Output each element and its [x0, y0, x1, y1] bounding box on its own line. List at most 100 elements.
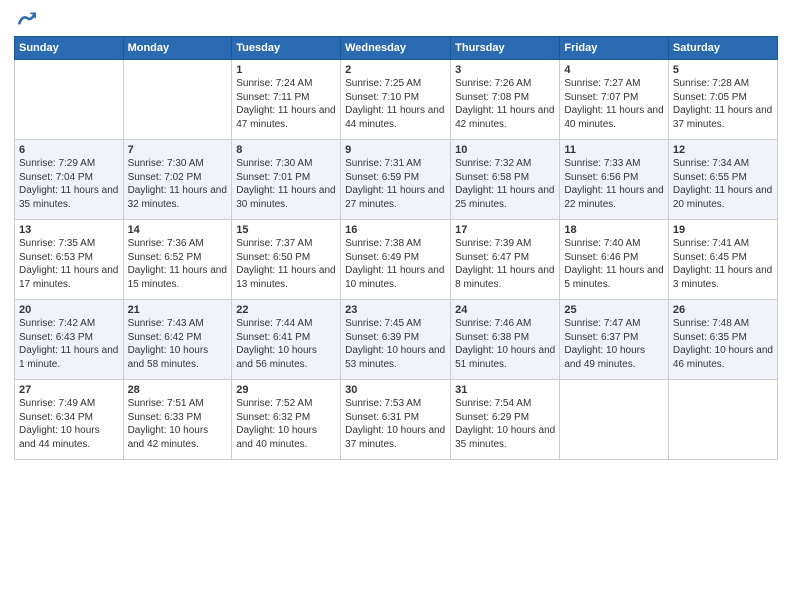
- day-cell: 8Sunrise: 7:30 AM Sunset: 7:01 PM Daylig…: [232, 140, 341, 220]
- calendar-table: SundayMondayTuesdayWednesdayThursdayFrid…: [14, 36, 778, 460]
- day-number: 29: [236, 384, 336, 396]
- day-number: 30: [345, 384, 446, 396]
- day-number: 12: [673, 144, 773, 156]
- day-number: 8: [236, 144, 336, 156]
- day-number: 21: [128, 304, 228, 316]
- day-info: Sunrise: 7:25 AM Sunset: 7:10 PM Dayligh…: [345, 77, 446, 131]
- day-cell: 5Sunrise: 7:28 AM Sunset: 7:05 PM Daylig…: [668, 60, 777, 140]
- day-info: Sunrise: 7:41 AM Sunset: 6:45 PM Dayligh…: [673, 237, 773, 291]
- day-info: Sunrise: 7:35 AM Sunset: 6:53 PM Dayligh…: [19, 237, 119, 291]
- day-info: Sunrise: 7:51 AM Sunset: 6:33 PM Dayligh…: [128, 397, 228, 451]
- day-cell: 28Sunrise: 7:51 AM Sunset: 6:33 PM Dayli…: [123, 380, 232, 460]
- day-number: 28: [128, 384, 228, 396]
- day-number: 13: [19, 224, 119, 236]
- day-info: Sunrise: 7:54 AM Sunset: 6:29 PM Dayligh…: [455, 397, 555, 451]
- dow-header-saturday: Saturday: [668, 37, 777, 60]
- day-cell: 21Sunrise: 7:43 AM Sunset: 6:42 PM Dayli…: [123, 300, 232, 380]
- day-info: Sunrise: 7:44 AM Sunset: 6:41 PM Dayligh…: [236, 317, 336, 371]
- logo-icon: [16, 10, 36, 30]
- header: [14, 10, 778, 28]
- day-cell: 22Sunrise: 7:44 AM Sunset: 6:41 PM Dayli…: [232, 300, 341, 380]
- day-number: 14: [128, 224, 228, 236]
- day-info: Sunrise: 7:45 AM Sunset: 6:39 PM Dayligh…: [345, 317, 446, 371]
- week-row-1: 6Sunrise: 7:29 AM Sunset: 7:04 PM Daylig…: [15, 140, 778, 220]
- week-row-2: 13Sunrise: 7:35 AM Sunset: 6:53 PM Dayli…: [15, 220, 778, 300]
- day-number: 27: [19, 384, 119, 396]
- day-cell: 7Sunrise: 7:30 AM Sunset: 7:02 PM Daylig…: [123, 140, 232, 220]
- day-cell: 12Sunrise: 7:34 AM Sunset: 6:55 PM Dayli…: [668, 140, 777, 220]
- day-info: Sunrise: 7:52 AM Sunset: 6:32 PM Dayligh…: [236, 397, 336, 451]
- week-row-3: 20Sunrise: 7:42 AM Sunset: 6:43 PM Dayli…: [15, 300, 778, 380]
- day-cell: 1Sunrise: 7:24 AM Sunset: 7:11 PM Daylig…: [232, 60, 341, 140]
- calendar-container: SundayMondayTuesdayWednesdayThursdayFrid…: [0, 0, 792, 612]
- day-number: 7: [128, 144, 228, 156]
- day-info: Sunrise: 7:32 AM Sunset: 6:58 PM Dayligh…: [455, 157, 555, 211]
- day-info: Sunrise: 7:34 AM Sunset: 6:55 PM Dayligh…: [673, 157, 773, 211]
- day-info: Sunrise: 7:27 AM Sunset: 7:07 PM Dayligh…: [564, 77, 664, 131]
- day-info: Sunrise: 7:29 AM Sunset: 7:04 PM Dayligh…: [19, 157, 119, 211]
- day-number: 1: [236, 64, 336, 76]
- day-number: 3: [455, 64, 555, 76]
- day-info: Sunrise: 7:26 AM Sunset: 7:08 PM Dayligh…: [455, 77, 555, 131]
- day-info: Sunrise: 7:24 AM Sunset: 7:11 PM Dayligh…: [236, 77, 336, 131]
- dow-header-monday: Monday: [123, 37, 232, 60]
- day-cell: 18Sunrise: 7:40 AM Sunset: 6:46 PM Dayli…: [560, 220, 669, 300]
- day-info: Sunrise: 7:33 AM Sunset: 6:56 PM Dayligh…: [564, 157, 664, 211]
- day-number: 23: [345, 304, 446, 316]
- day-number: 15: [236, 224, 336, 236]
- dow-header-friday: Friday: [560, 37, 669, 60]
- day-number: 26: [673, 304, 773, 316]
- day-number: 11: [564, 144, 664, 156]
- day-info: Sunrise: 7:31 AM Sunset: 6:59 PM Dayligh…: [345, 157, 446, 211]
- day-cell: 24Sunrise: 7:46 AM Sunset: 6:38 PM Dayli…: [451, 300, 560, 380]
- day-cell: 16Sunrise: 7:38 AM Sunset: 6:49 PM Dayli…: [341, 220, 451, 300]
- day-info: Sunrise: 7:47 AM Sunset: 6:37 PM Dayligh…: [564, 317, 664, 371]
- day-info: Sunrise: 7:30 AM Sunset: 7:01 PM Dayligh…: [236, 157, 336, 211]
- day-number: 4: [564, 64, 664, 76]
- day-cell: 29Sunrise: 7:52 AM Sunset: 6:32 PM Dayli…: [232, 380, 341, 460]
- day-info: Sunrise: 7:53 AM Sunset: 6:31 PM Dayligh…: [345, 397, 446, 451]
- day-info: Sunrise: 7:49 AM Sunset: 6:34 PM Dayligh…: [19, 397, 119, 451]
- day-cell: 11Sunrise: 7:33 AM Sunset: 6:56 PM Dayli…: [560, 140, 669, 220]
- day-number: 17: [455, 224, 555, 236]
- day-cell: 19Sunrise: 7:41 AM Sunset: 6:45 PM Dayli…: [668, 220, 777, 300]
- day-cell: 3Sunrise: 7:26 AM Sunset: 7:08 PM Daylig…: [451, 60, 560, 140]
- dow-header-thursday: Thursday: [451, 37, 560, 60]
- day-cell: 10Sunrise: 7:32 AM Sunset: 6:58 PM Dayli…: [451, 140, 560, 220]
- day-cell: 30Sunrise: 7:53 AM Sunset: 6:31 PM Dayli…: [341, 380, 451, 460]
- day-info: Sunrise: 7:28 AM Sunset: 7:05 PM Dayligh…: [673, 77, 773, 131]
- day-number: 31: [455, 384, 555, 396]
- day-info: Sunrise: 7:39 AM Sunset: 6:47 PM Dayligh…: [455, 237, 555, 291]
- dow-header-wednesday: Wednesday: [341, 37, 451, 60]
- day-cell: 31Sunrise: 7:54 AM Sunset: 6:29 PM Dayli…: [451, 380, 560, 460]
- day-cell: 4Sunrise: 7:27 AM Sunset: 7:07 PM Daylig…: [560, 60, 669, 140]
- day-cell: 17Sunrise: 7:39 AM Sunset: 6:47 PM Dayli…: [451, 220, 560, 300]
- day-number: 24: [455, 304, 555, 316]
- day-number: 10: [455, 144, 555, 156]
- day-cell: 20Sunrise: 7:42 AM Sunset: 6:43 PM Dayli…: [15, 300, 124, 380]
- day-cell: [123, 60, 232, 140]
- day-cell: 13Sunrise: 7:35 AM Sunset: 6:53 PM Dayli…: [15, 220, 124, 300]
- day-number: 25: [564, 304, 664, 316]
- day-info: Sunrise: 7:36 AM Sunset: 6:52 PM Dayligh…: [128, 237, 228, 291]
- day-cell: 23Sunrise: 7:45 AM Sunset: 6:39 PM Dayli…: [341, 300, 451, 380]
- day-cell: 6Sunrise: 7:29 AM Sunset: 7:04 PM Daylig…: [15, 140, 124, 220]
- day-cell: 14Sunrise: 7:36 AM Sunset: 6:52 PM Dayli…: [123, 220, 232, 300]
- week-row-4: 27Sunrise: 7:49 AM Sunset: 6:34 PM Dayli…: [15, 380, 778, 460]
- dow-header-sunday: Sunday: [15, 37, 124, 60]
- day-info: Sunrise: 7:43 AM Sunset: 6:42 PM Dayligh…: [128, 317, 228, 371]
- logo: [14, 10, 36, 28]
- day-info: Sunrise: 7:48 AM Sunset: 6:35 PM Dayligh…: [673, 317, 773, 371]
- day-number: 2: [345, 64, 446, 76]
- day-info: Sunrise: 7:37 AM Sunset: 6:50 PM Dayligh…: [236, 237, 336, 291]
- day-number: 6: [19, 144, 119, 156]
- day-number: 16: [345, 224, 446, 236]
- dow-header-tuesday: Tuesday: [232, 37, 341, 60]
- day-cell: 27Sunrise: 7:49 AM Sunset: 6:34 PM Dayli…: [15, 380, 124, 460]
- calendar-body: 1Sunrise: 7:24 AM Sunset: 7:11 PM Daylig…: [15, 60, 778, 460]
- day-number: 18: [564, 224, 664, 236]
- days-of-week-row: SundayMondayTuesdayWednesdayThursdayFrid…: [15, 37, 778, 60]
- day-cell: [668, 380, 777, 460]
- day-cell: 2Sunrise: 7:25 AM Sunset: 7:10 PM Daylig…: [341, 60, 451, 140]
- day-info: Sunrise: 7:42 AM Sunset: 6:43 PM Dayligh…: [19, 317, 119, 371]
